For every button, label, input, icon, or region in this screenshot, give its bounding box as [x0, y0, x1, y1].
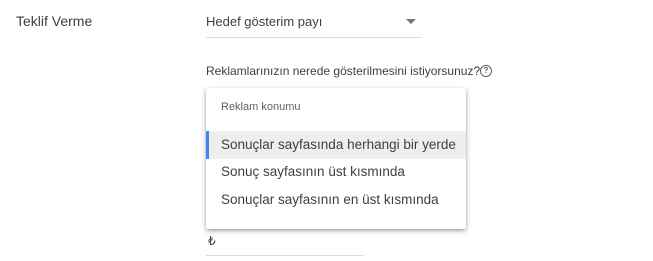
help-circle-icon[interactable]: ?	[480, 65, 492, 77]
bidding-strategy-value: Hedef gösterim payı	[206, 14, 323, 29]
target-amount-input[interactable]	[206, 232, 364, 256]
dropdown-arrow-icon	[406, 19, 416, 24]
menu-item-absolute-top[interactable]: Sonuçlar sayfasının en üst kısmında	[206, 186, 466, 214]
menu-header: Reklam konumu	[221, 101, 301, 113]
bidding-strategy-select[interactable]: Hedef gösterim payı	[206, 8, 422, 38]
menu-item-anywhere[interactable]: Sonuçlar sayfasında herhangi bir yerde	[206, 131, 466, 159]
menu-item-top-of-page[interactable]: Sonuç sayfasının üst kısmında	[206, 158, 466, 186]
placement-dropdown-menu: Reklam konumu Sonuçlar sayfasında herhan…	[206, 88, 466, 229]
placement-question: Reklamlarınızın nerede gösterilmesini is…	[206, 64, 481, 78]
bidding-section-label: Teklif Verme	[16, 13, 93, 29]
currency-symbol: ₺	[208, 234, 216, 248]
